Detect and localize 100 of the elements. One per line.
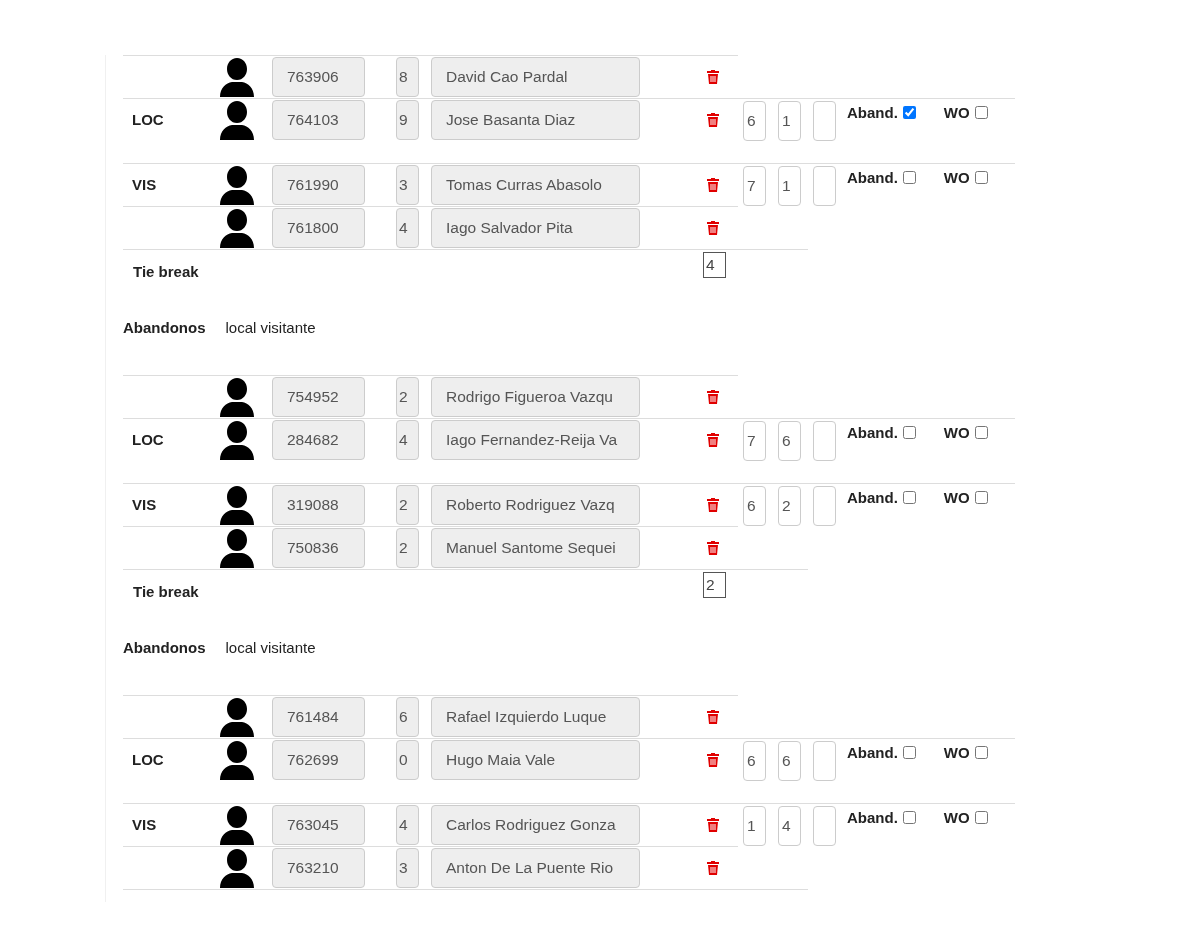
aband-label: Aband. bbox=[847, 744, 898, 761]
team-label: VIS bbox=[132, 176, 157, 193]
number-field[interactable]: 4 bbox=[396, 208, 419, 248]
player-name-field[interactable]: Iago Salvador Pita bbox=[431, 208, 640, 248]
player-name-field[interactable]: Roberto Rodriguez Vazq bbox=[431, 485, 640, 525]
license-field[interactable]: 762699 bbox=[272, 740, 365, 780]
license-field[interactable]: 764103 bbox=[272, 100, 365, 140]
number-field[interactable]: 4 bbox=[396, 420, 419, 460]
aband-checkbox[interactable] bbox=[902, 811, 916, 824]
wo-checkbox[interactable] bbox=[974, 106, 988, 119]
wo-checkbox[interactable] bbox=[974, 426, 988, 439]
player-name-field[interactable]: Rafael Izquierdo Luque bbox=[431, 697, 640, 737]
abandonos-label: Abandonos bbox=[123, 639, 206, 658]
license-field[interactable]: 761990 bbox=[272, 165, 365, 205]
number-field[interactable]: 2 bbox=[396, 377, 419, 417]
trash-icon[interactable] bbox=[707, 498, 719, 512]
aband-label: Aband. bbox=[847, 104, 898, 121]
person-silhouette-icon bbox=[218, 528, 256, 568]
person-silhouette-icon bbox=[218, 848, 256, 888]
player-name-field[interactable]: Tomas Curras Abasolo bbox=[431, 165, 640, 205]
license-field[interactable]: 284682 bbox=[272, 420, 365, 460]
license-field[interactable]: 754952 bbox=[272, 377, 365, 417]
wo-label: WO bbox=[943, 809, 970, 826]
license-field[interactable]: 763210 bbox=[272, 848, 365, 888]
score-field[interactable]: 7 bbox=[743, 166, 766, 206]
abandonos-text: local visitante bbox=[225, 639, 316, 658]
wo-label: WO bbox=[943, 424, 970, 441]
trash-icon[interactable] bbox=[707, 178, 719, 192]
team-label: LOC bbox=[132, 751, 164, 768]
score-field[interactable] bbox=[813, 166, 836, 206]
trash-icon[interactable] bbox=[707, 861, 719, 875]
aband-checkbox[interactable] bbox=[902, 171, 916, 184]
team-label: VIS bbox=[132, 816, 157, 833]
score-field[interactable]: 6 bbox=[743, 101, 766, 141]
number-field[interactable]: 0 bbox=[396, 740, 419, 780]
player-name-field[interactable]: Jose Basanta Diaz bbox=[431, 100, 640, 140]
wo-checkbox[interactable] bbox=[974, 171, 988, 184]
trash-icon[interactable] bbox=[707, 433, 719, 447]
license-field[interactable]: 319088 bbox=[272, 485, 365, 525]
team-label: LOC bbox=[132, 111, 164, 128]
score-field[interactable]: 6 bbox=[778, 741, 801, 781]
number-field[interactable]: 8 bbox=[396, 57, 419, 97]
player-name-field[interactable]: Anton De La Puente Rio bbox=[431, 848, 640, 888]
number-field[interactable]: 2 bbox=[396, 485, 419, 525]
player-name-field[interactable]: Rodrigo Figueroa Vazqu bbox=[431, 377, 640, 417]
license-field[interactable]: 763045 bbox=[272, 805, 365, 845]
score-field[interactable]: 4 bbox=[778, 806, 801, 846]
license-field[interactable]: 750836 bbox=[272, 528, 365, 568]
number-field[interactable]: 4 bbox=[396, 805, 419, 845]
trash-icon[interactable] bbox=[707, 753, 719, 767]
person-silhouette-icon bbox=[218, 208, 256, 248]
trash-icon[interactable] bbox=[707, 541, 719, 555]
person-silhouette-icon bbox=[218, 57, 256, 97]
wo-checkbox[interactable] bbox=[974, 746, 988, 759]
license-field[interactable]: 761484 bbox=[272, 697, 365, 737]
aband-checkbox[interactable] bbox=[902, 426, 916, 439]
license-field[interactable]: 761800 bbox=[272, 208, 365, 248]
score-field[interactable]: 1 bbox=[743, 806, 766, 846]
score-field[interactable] bbox=[813, 421, 836, 461]
player-name-field[interactable]: Manuel Santome Sequei bbox=[431, 528, 640, 568]
player-name-field[interactable]: Carlos Rodriguez Gonza bbox=[431, 805, 640, 845]
player-name-field[interactable]: Iago Fernandez-Reija Va bbox=[431, 420, 640, 460]
score-field[interactable]: 6 bbox=[743, 741, 766, 781]
tie-break-field[interactable]: 4 bbox=[703, 252, 726, 278]
trash-icon[interactable] bbox=[707, 70, 719, 84]
aband-checkbox[interactable] bbox=[902, 746, 916, 759]
license-field[interactable]: 763906 bbox=[272, 57, 365, 97]
score-field[interactable]: 1 bbox=[778, 101, 801, 141]
score-field[interactable] bbox=[813, 101, 836, 141]
number-field[interactable]: 3 bbox=[396, 848, 419, 888]
aband-checkbox[interactable] bbox=[902, 491, 916, 504]
score-field[interactable] bbox=[813, 486, 836, 526]
number-field[interactable]: 6 bbox=[396, 697, 419, 737]
score-field[interactable] bbox=[813, 741, 836, 781]
trash-icon[interactable] bbox=[707, 818, 719, 832]
trash-icon[interactable] bbox=[707, 221, 719, 235]
wo-label: WO bbox=[943, 489, 970, 506]
number-field[interactable]: 2 bbox=[396, 528, 419, 568]
tie-break-field[interactable]: 2 bbox=[703, 572, 726, 598]
score-field[interactable]: 2 bbox=[778, 486, 801, 526]
team-label: VIS bbox=[132, 496, 157, 513]
trash-icon[interactable] bbox=[707, 710, 719, 724]
player-name-field[interactable]: Hugo Maia Vale bbox=[431, 740, 640, 780]
person-silhouette-icon bbox=[218, 165, 256, 205]
score-field[interactable]: 7 bbox=[743, 421, 766, 461]
score-field[interactable]: 6 bbox=[778, 421, 801, 461]
score-field[interactable] bbox=[813, 806, 836, 846]
wo-label: WO bbox=[943, 744, 970, 761]
score-field[interactable]: 6 bbox=[743, 486, 766, 526]
wo-checkbox[interactable] bbox=[974, 811, 988, 824]
aband-label: Aband. bbox=[847, 809, 898, 826]
wo-checkbox[interactable] bbox=[974, 491, 988, 504]
player-name-field[interactable]: David Cao Pardal bbox=[431, 57, 640, 97]
score-field[interactable]: 1 bbox=[778, 166, 801, 206]
aband-checkbox[interactable] bbox=[902, 106, 916, 119]
trash-icon[interactable] bbox=[707, 113, 719, 127]
number-field[interactable]: 3 bbox=[396, 165, 419, 205]
number-field[interactable]: 9 bbox=[396, 100, 419, 140]
trash-icon[interactable] bbox=[707, 390, 719, 404]
tie-break-label: Tie break bbox=[133, 263, 200, 280]
